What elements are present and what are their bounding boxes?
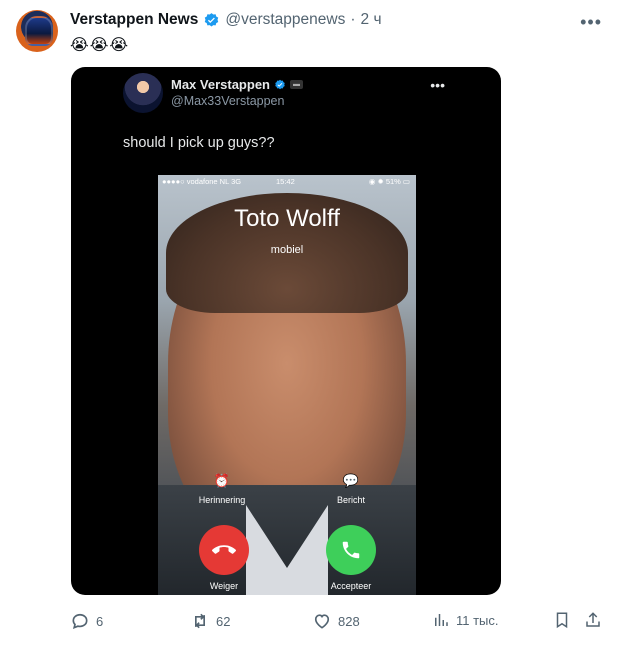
phone-time: 15:42 xyxy=(276,177,295,186)
decline-label: Weiger xyxy=(209,581,239,591)
hang-up-icon xyxy=(212,545,236,554)
tweet-header: Verstappen News @verstappenews · 2 ч xyxy=(70,11,382,29)
separator-dot: · xyxy=(350,11,356,28)
quoted-more-icon: ••• xyxy=(430,77,445,93)
tweet-actions-bar: 6 62 828 11 тыс. xyxy=(70,611,604,631)
views-count: 11 тыс. xyxy=(456,612,499,628)
verified-badge-icon xyxy=(203,12,220,29)
phone-status-bar: ●●●●○ vodafone NL 3G 15:42 ◉ ✹ 51% ▭ xyxy=(158,175,416,189)
quoted-author-name: Max Verstappen xyxy=(171,77,270,92)
author-avatar[interactable] xyxy=(16,10,58,52)
views-button[interactable]: 11 тыс. xyxy=(432,611,499,629)
alarm-clock-icon: ⏰ xyxy=(213,473,231,488)
heart-icon xyxy=(314,614,330,629)
quoted-tweet-text: should I pick up guys?? xyxy=(123,135,275,151)
views-chart-icon xyxy=(435,614,448,626)
bookmark-button[interactable] xyxy=(553,611,571,629)
reply-count: 6 xyxy=(96,613,104,629)
quoted-author-row: Max Verstappen ▬ xyxy=(171,77,303,92)
phone-screenshot: ●●●●○ vodafone NL 3G 15:42 ◉ ✹ 51% ▭ Tot… xyxy=(158,175,416,595)
helmet-graphic xyxy=(25,16,53,46)
reminder-option: ⏰ Herinnering xyxy=(177,473,267,505)
bookmark-icon xyxy=(556,612,568,629)
decline-button xyxy=(199,525,249,575)
tweet-text: 😭😭😭 xyxy=(70,37,130,54)
quoted-avatar xyxy=(123,73,163,113)
caller-label: mobiel xyxy=(270,244,304,256)
share-button[interactable] xyxy=(584,611,602,629)
repost-count: 62 xyxy=(216,613,231,629)
message-label: Bericht xyxy=(336,495,365,505)
reply-button[interactable]: 6 xyxy=(70,611,103,631)
reply-icon xyxy=(72,613,88,630)
message-option: 💬 Bericht xyxy=(306,473,396,505)
share-icon xyxy=(586,612,600,627)
speech-bubble-icon: 💬 xyxy=(342,473,360,488)
quoted-verified-icon xyxy=(275,79,285,89)
reminder-label: Herinnering xyxy=(198,495,246,505)
author-handle[interactable]: @verstappenews xyxy=(225,11,345,29)
accept-button xyxy=(326,525,376,575)
accept-label: Accepteer xyxy=(330,581,372,591)
like-count: 828 xyxy=(338,613,360,629)
author-name[interactable]: Verstappen News xyxy=(70,11,198,29)
attached-image[interactable]: Max Verstappen ▬ @Max33Verstappen ••• sh… xyxy=(71,67,501,595)
affiliation-badge-icon: ▬ xyxy=(290,80,303,89)
phone-icon xyxy=(342,541,360,559)
carrier-label: ●●●●○ vodafone NL 3G xyxy=(162,177,242,186)
quoted-author-handle: @Max33Verstappen xyxy=(171,94,285,108)
like-button[interactable]: 828 xyxy=(312,611,360,631)
repost-button[interactable]: 62 xyxy=(190,611,230,631)
battery-indicator: ◉ ✹ 51% ▭ xyxy=(368,177,410,186)
repost-icon xyxy=(195,613,205,629)
tweet-time[interactable]: 2 ч xyxy=(361,11,382,29)
caller-name: Toto Wolff xyxy=(234,205,340,232)
more-options-icon[interactable]: ••• xyxy=(580,12,602,33)
